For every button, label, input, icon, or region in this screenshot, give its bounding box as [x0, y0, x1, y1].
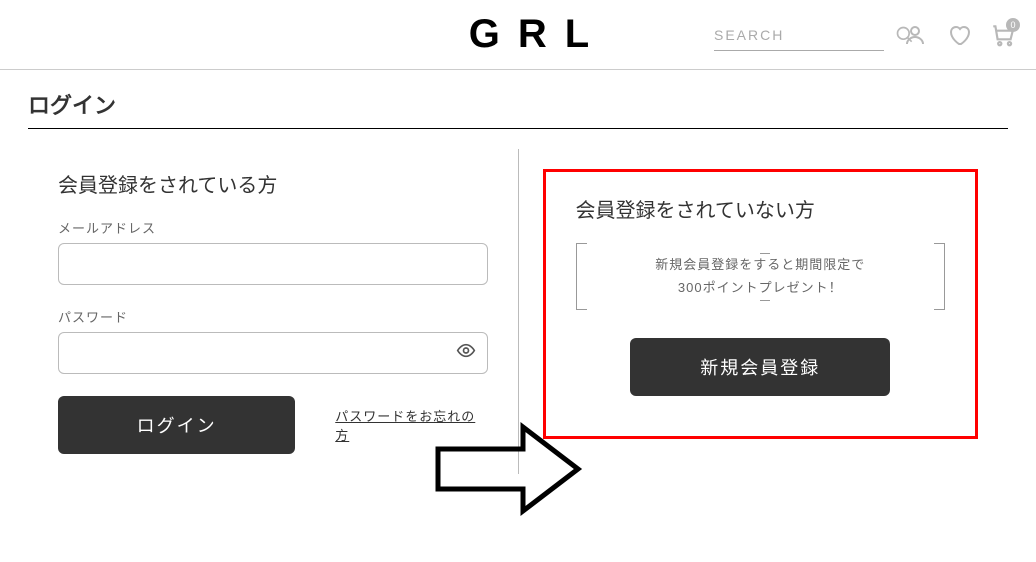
forgot-password-link[interactable]: パスワードをお忘れの方	[335, 406, 487, 444]
login-button[interactable]: ログイン	[58, 396, 295, 454]
password-field-wrap: パスワード	[58, 307, 488, 374]
email-field-wrap: メールアドレス	[58, 218, 488, 285]
heart-icon[interactable]	[946, 22, 972, 48]
password-input[interactable]	[58, 332, 488, 374]
promo-box: 新規会員登録をすると期間限定で 300ポイントプレゼント！	[576, 243, 946, 310]
register-panel: 会員登録をされていない方 新規会員登録をすると期間限定で 300ポイントプレゼン…	[519, 149, 1009, 474]
email-label: メールアドレス	[58, 218, 488, 237]
main-container: ログイン 会員登録をされている方 メールアドレス パスワード	[18, 70, 1018, 484]
promo-line-1: 新規会員登録をすると期間限定で	[597, 253, 925, 276]
cart-count-badge: 0	[1006, 18, 1020, 32]
eye-icon[interactable]	[456, 341, 476, 366]
register-button[interactable]: 新規会員登録	[630, 338, 890, 396]
login-panel-title: 会員登録をされている方	[58, 169, 488, 198]
cart-icon[interactable]: 0	[990, 22, 1016, 48]
search-box[interactable]	[714, 20, 884, 51]
promo-line-2: 300ポイントプレゼント！	[597, 276, 925, 299]
search-input[interactable]	[714, 27, 895, 43]
register-highlight-box: 会員登録をされていない方 新規会員登録をすると期間限定で 300ポイントプレゼン…	[543, 169, 979, 439]
logo[interactable]: GRL	[469, 12, 607, 57]
login-actions: ログイン パスワードをお忘れの方	[58, 396, 488, 454]
header-right: 0	[714, 0, 1016, 70]
header: GRL 0	[0, 0, 1036, 70]
login-panel: 会員登録をされている方 メールアドレス パスワード ログイン	[28, 149, 518, 474]
content: 会員登録をされている方 メールアドレス パスワード ログイン	[28, 149, 1008, 474]
password-label: パスワード	[58, 307, 488, 326]
user-icon[interactable]	[902, 22, 928, 48]
email-input[interactable]	[58, 243, 488, 285]
register-panel-title: 会員登録をされていない方	[576, 194, 946, 223]
page-title: ログイン	[28, 80, 1008, 129]
